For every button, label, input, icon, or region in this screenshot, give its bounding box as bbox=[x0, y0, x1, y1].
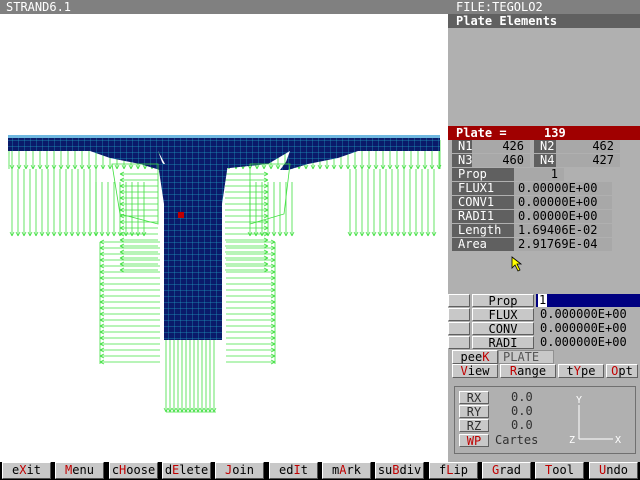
radi-edit-button[interactable]: RADI bbox=[472, 336, 534, 350]
mouse-cursor-icon bbox=[511, 256, 523, 272]
menu-button-delete[interactable]: dElete bbox=[162, 462, 211, 479]
svg-text:Z: Z bbox=[569, 435, 575, 446]
rx-button[interactable]: RX bbox=[459, 391, 489, 405]
ry-value: 0.0 bbox=[511, 404, 533, 418]
length-value: 1.69406E-02 bbox=[514, 224, 612, 237]
ry-button[interactable]: RY bbox=[459, 405, 489, 419]
model-viewport[interactable] bbox=[0, 14, 448, 462]
menu-button-join[interactable]: Join bbox=[215, 462, 264, 479]
svg-text:X: X bbox=[615, 435, 621, 446]
tab-type[interactable]: tYpe bbox=[558, 364, 604, 378]
file-name: FILE:TEGOLO2 bbox=[456, 0, 543, 14]
prop-edit-spacer bbox=[448, 294, 470, 307]
plate-number-bar[interactable]: Plate = 139 bbox=[448, 126, 640, 140]
menu-button-grad[interactable]: Grad bbox=[482, 462, 531, 479]
menu-button-flip[interactable]: fLip bbox=[429, 462, 478, 479]
view-info-box: RX 0.0 RY 0.0 RZ 0.0 WP Cartes Y Z X bbox=[454, 386, 636, 454]
mesh-drawing[interactable] bbox=[0, 14, 448, 462]
node-value-n3: 460 bbox=[472, 154, 530, 167]
rz-value: 0.0 bbox=[511, 418, 533, 432]
conv1-label: CONV1 bbox=[452, 196, 514, 209]
flux-edit-value[interactable]: 0.000000E+00 bbox=[536, 308, 640, 321]
flux-edit-button[interactable]: FLUX bbox=[472, 308, 534, 322]
tab-range[interactable]: Range bbox=[500, 364, 556, 378]
menu-button-tool[interactable]: Tool bbox=[535, 462, 584, 479]
flux1-label: FLUX1 bbox=[452, 182, 514, 195]
conv-edit-value[interactable]: 0.000000E+00 bbox=[536, 322, 640, 335]
panel-title-text: Plate Elements bbox=[456, 14, 558, 28]
menu-button-choose[interactable]: cHoose bbox=[109, 462, 158, 479]
area-value: 2.91769E-04 bbox=[514, 238, 612, 251]
window-title-bar: STRAND6.1 bbox=[0, 0, 448, 14]
plate-label: Plate = bbox=[456, 126, 507, 140]
node-value-n1: 426 bbox=[472, 140, 530, 153]
tab-opt[interactable]: Opt bbox=[606, 364, 638, 378]
node-label-n1: N1 bbox=[452, 140, 472, 153]
plate-value: 139 bbox=[544, 126, 566, 140]
property-panel: FILE:TEGOLO2 Plate Elements Plate = 139 … bbox=[448, 0, 640, 462]
menu-button-edit[interactable]: edIt bbox=[269, 462, 318, 479]
rz-button[interactable]: RZ bbox=[459, 419, 489, 433]
area-label: Area bbox=[452, 238, 514, 251]
conv-edit-spacer bbox=[448, 322, 470, 335]
menu-button-menu[interactable]: Menu bbox=[55, 462, 104, 479]
tab-view[interactable]: View bbox=[452, 364, 498, 378]
node-value-n4: 427 bbox=[556, 154, 620, 167]
wp-value: Cartes bbox=[495, 433, 539, 447]
prop-edit-button[interactable]: Prop bbox=[472, 294, 534, 308]
rx-value: 0.0 bbox=[511, 390, 533, 404]
radi-edit-value[interactable]: 0.000000E+00 bbox=[536, 336, 640, 349]
file-bar: FILE:TEGOLO2 bbox=[448, 0, 640, 14]
menu-button-exit[interactable]: eXit bbox=[2, 462, 51, 479]
flux1-value: 0.00000E+00 bbox=[514, 182, 612, 195]
radi1-value: 0.00000E+00 bbox=[514, 210, 612, 223]
radi1-label: RADI1 bbox=[452, 210, 514, 223]
plate-mesh[interactable] bbox=[8, 135, 440, 340]
menu-button-undo[interactable]: Undo bbox=[589, 462, 638, 479]
length-label: Length bbox=[452, 224, 514, 237]
menu-button-subdiv[interactable]: suBdiv bbox=[375, 462, 424, 479]
conv1-value: 0.00000E+00 bbox=[514, 196, 612, 209]
node-label-n3: N3 bbox=[452, 154, 472, 167]
radi-edit-spacer bbox=[448, 336, 470, 349]
svg-text:Y: Y bbox=[576, 395, 582, 406]
conv-edit-button[interactable]: CONV bbox=[472, 322, 534, 336]
axis-triad-icon: Y Z X bbox=[569, 395, 621, 446]
tab-plate[interactable]: PLATE bbox=[498, 350, 554, 364]
panel-title: Plate Elements bbox=[448, 14, 640, 28]
prop-edit-input[interactable]: 1 bbox=[536, 294, 640, 307]
flux-edit-spacer bbox=[448, 308, 470, 321]
wp-button[interactable]: WP bbox=[459, 434, 489, 448]
node-label-n4: N4 bbox=[534, 154, 556, 167]
node-value-n2: 462 bbox=[556, 140, 620, 153]
prop-value: 1 bbox=[514, 168, 564, 181]
app-title: STRAND6.1 bbox=[6, 0, 72, 14]
menu-button-mark[interactable]: mArk bbox=[322, 462, 371, 479]
tab-peek[interactable]: peeK bbox=[452, 350, 498, 364]
prop-label: Prop bbox=[452, 168, 514, 181]
node-label-n2: N2 bbox=[534, 140, 556, 153]
